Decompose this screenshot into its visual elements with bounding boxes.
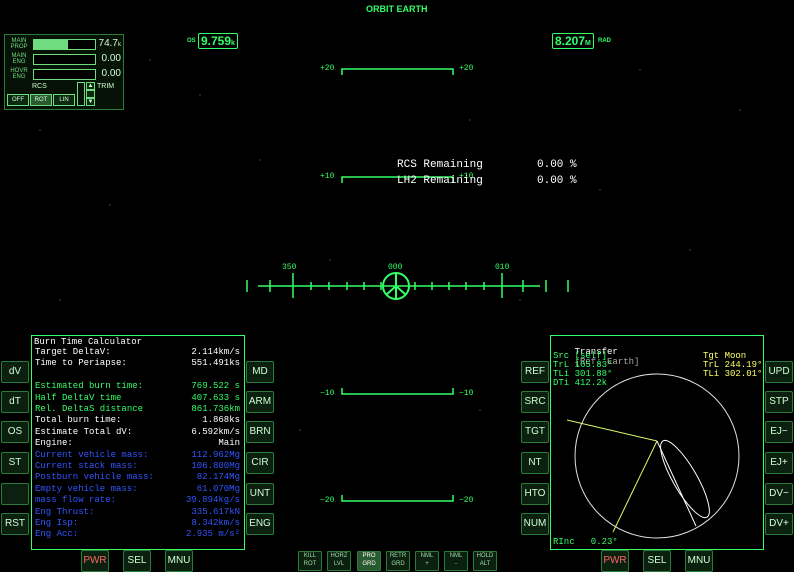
autopilot-normal-plus-button[interactable]: NML + — [415, 551, 439, 571]
normal-minus-line2: - — [455, 561, 457, 567]
burn-line-value: 61.070Mg — [196, 483, 240, 494]
mfd-left-button-os[interactable]: OS — [1, 421, 29, 443]
kill-rot-line2: ROT — [303, 561, 317, 567]
mfd-right-button-ref[interactable]: REF — [521, 361, 549, 383]
burn-line-value: 1.868ks — [202, 415, 240, 426]
autopilot-kill-rot-button[interactable]: KILL ROT — [298, 551, 322, 571]
mfd-right-menu-button[interactable]: MNU — [685, 550, 713, 572]
prograde-line1: PRO — [362, 553, 376, 559]
mfd-left-button-md[interactable]: MD — [246, 361, 274, 383]
prograde-line2: GRD — [362, 561, 376, 567]
burn-line-value: 106.800Mg — [191, 461, 240, 471]
transfer-rinc: RInc 0.23° — [553, 537, 618, 547]
burn-line-value: 6.592km/s — [191, 426, 240, 437]
mfd-left-button-brn[interactable]: BRN — [246, 421, 274, 443]
mfd-right-button-upd[interactable]: UPD — [765, 361, 793, 383]
burn-line-value: 82.174Mg — [196, 472, 240, 483]
horz-lvl-line2: LVL — [333, 561, 345, 567]
retrograde-line2: GRD — [391, 561, 405, 567]
heading-label-010: 010 — [495, 263, 510, 272]
mfd-left-button-arm[interactable]: ARM — [246, 391, 274, 413]
mfd-left-button-st[interactable]: ST — [1, 452, 29, 474]
burn-line-label: Eng Thrust: — [35, 506, 95, 517]
mfd-right-button-src[interactable]: SRC — [521, 391, 549, 413]
burn-line-value: 551.491ks — [191, 358, 240, 369]
horz-lvl-line1: HORZ — [330, 553, 348, 559]
mfd-left-button-unt[interactable]: UNT — [246, 483, 274, 505]
mfd-left-button-cir[interactable]: CIR — [246, 452, 274, 474]
retrograde-line1: RETR — [389, 553, 407, 559]
burn-line-label: Rel. DeltaS distance — [35, 404, 144, 414]
burn-line-label: Current stack mass: — [35, 461, 138, 471]
mfd-right-button-dv-plus[interactable]: DV+ — [765, 513, 793, 535]
transfer-mfd: Transfer [Ref: Earth] Src [self] TrL 165… — [550, 335, 764, 550]
burn-line-label: Empty vehicle mass: — [35, 483, 138, 494]
mfd-right-button-ej-plus[interactable]: EJ+ — [765, 452, 793, 474]
normal-minus-line1: NML — [449, 553, 463, 559]
mfd-right-button-ej-minus[interactable]: EJ− — [765, 421, 793, 443]
burn-line-label: Time to Periapse: — [35, 358, 127, 369]
mfd-right-button-stp[interactable]: STP — [765, 391, 793, 413]
burn-line-label: Total burn time: — [35, 415, 122, 426]
mfd-right-button-tgt[interactable]: TGT — [521, 421, 549, 443]
burn-line-value: 8.342km/s — [191, 518, 240, 528]
mfd-right-button-nt[interactable]: NT — [521, 452, 549, 474]
autopilot-normal-minus-button[interactable]: NML - — [444, 551, 468, 571]
burn-line-label: Estimated burn time: — [35, 381, 144, 392]
burn-line-label: Eng Isp: — [35, 518, 79, 528]
burn-line-label: Engine: — [35, 438, 73, 449]
burn-line-value: 2.114km/s — [191, 347, 240, 357]
burn-line-label: Target DeltaV: — [35, 347, 111, 357]
mfd-right-power-button[interactable]: PWR — [601, 550, 629, 572]
mfd-right-button-num[interactable]: NUM — [521, 513, 549, 535]
mfd-right-select-button[interactable]: SEL — [643, 550, 671, 572]
mfd-left-button-blank[interactable] — [1, 483, 29, 505]
burn-line-label: Eng Acc: — [35, 529, 79, 540]
burn-line-value: 769.522 s — [191, 381, 240, 392]
autopilot-hold-alt-button[interactable]: HOLD ALT — [473, 551, 497, 571]
mfd-left-button-eng[interactable]: ENG — [246, 513, 274, 535]
burn-line-value: 407.633 s — [191, 392, 240, 403]
mfd-left-select-button[interactable]: SEL — [123, 550, 151, 572]
burn-line-label: Estimate Total dV: — [35, 426, 133, 437]
autopilot-prograde-button[interactable]: PRO GRD — [357, 551, 381, 571]
burn-line-label: mass flow rate: — [35, 495, 117, 506]
burn-line-value: 861.736km — [191, 404, 240, 414]
transfer-orbit-plot — [566, 373, 740, 539]
mfd-left-button-dv[interactable]: dV — [1, 361, 29, 383]
burn-time-calculator-mfd: Burn Time Calculator Target DeltaV: 2.114… — [31, 335, 245, 550]
normal-plus-line1: NML — [420, 553, 434, 559]
mfd-right-button-dv-minus[interactable]: DV− — [765, 483, 793, 505]
burn-line-value: 39.894kg/s — [185, 495, 240, 506]
burn-line-label: Half DeltaV time — [35, 392, 122, 403]
burn-line-value: 2.935 m/s² — [185, 529, 240, 540]
burn-line-label: Current vehicle mass: — [35, 449, 149, 460]
burn-line-value: 335.617kN — [191, 506, 240, 517]
autopilot-retrograde-button[interactable]: RETR GRD — [386, 551, 410, 571]
hold-alt-line2: ALT — [479, 561, 491, 567]
burn-line-value: 112.962Mg — [191, 449, 240, 460]
burn-line-label: Postburn vehicle mass: — [35, 472, 154, 483]
autopilot-horz-lvl-button[interactable]: HORZ LVL — [327, 551, 351, 571]
heading-label-350: 350 — [282, 263, 297, 272]
normal-plus-line2: + — [425, 561, 429, 567]
mfd-left-title: Burn Time Calculator — [34, 337, 143, 347]
mfd-right-button-hto[interactable]: HTO — [521, 483, 549, 505]
burn-line-value: Main — [218, 438, 240, 449]
mfd-left-power-button[interactable]: PWR — [81, 550, 109, 572]
mfd-left-menu-button[interactable]: MNU — [165, 550, 193, 572]
heading-label-000: 000 — [388, 263, 403, 272]
mfd-left-button-dt[interactable]: dT — [1, 391, 29, 413]
kill-rot-line1: KILL — [303, 553, 317, 559]
hold-alt-line1: HOLD — [476, 553, 494, 559]
mfd-left-button-rst[interactable]: RST — [1, 513, 29, 535]
